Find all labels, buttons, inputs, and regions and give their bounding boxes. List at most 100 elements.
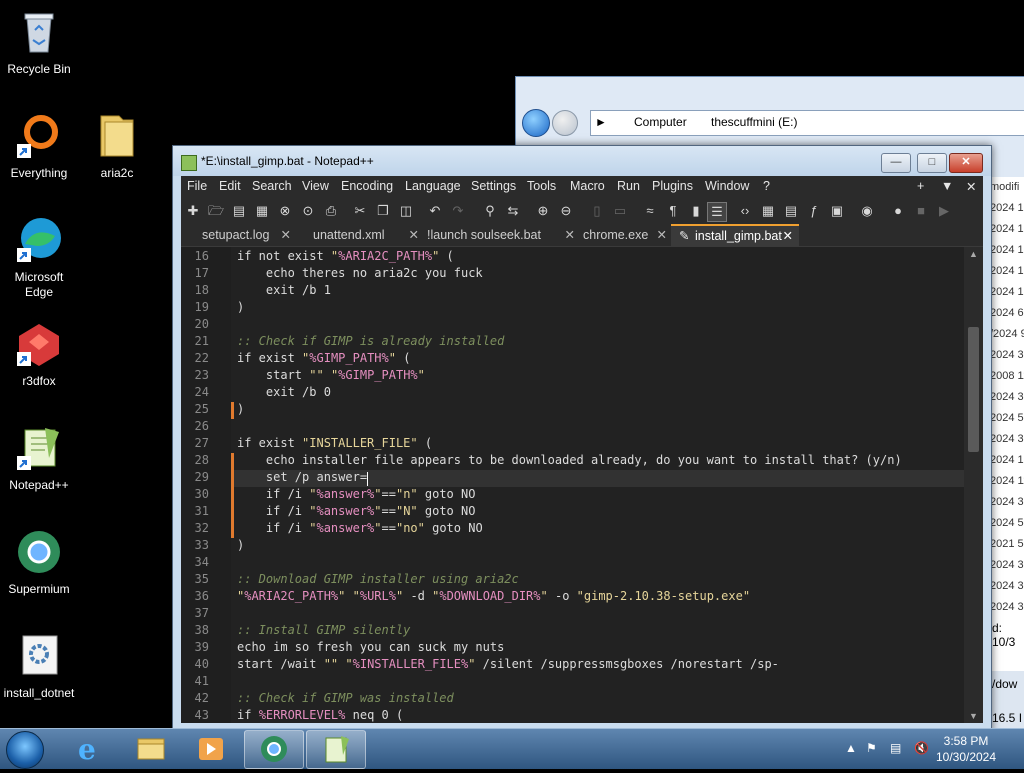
menu-settings[interactable]: Settings <box>471 179 516 193</box>
save-all-icon[interactable]: ▦ <box>253 202 271 220</box>
code-line[interactable]: ) <box>237 300 244 314</box>
code-line[interactable]: echo installer file appears to be downlo… <box>237 453 902 467</box>
scroll-up-arrow-icon[interactable]: ▲ <box>969 249 978 259</box>
word-wrap-icon[interactable]: ≈ <box>641 202 659 220</box>
file-row-date[interactable]: 2024 1: <box>990 450 1024 471</box>
notepadpp-window[interactable]: *E:\install_gimp.bat - Notepad++ — □ ✕ F… <box>172 145 992 732</box>
function-list-icon[interactable]: ƒ <box>805 202 823 220</box>
code-line[interactable]: if not exist "%ARIA2C_PATH%" ( <box>237 249 454 263</box>
find-icon[interactable]: ⚲ <box>481 202 499 220</box>
vertical-scrollbar[interactable]: ▲ ▼ <box>964 247 983 723</box>
print-icon[interactable]: ⎙ <box>322 202 340 220</box>
tab-unattend-xml[interactable]: unattend.xml ✕ <box>299 224 423 246</box>
code-line[interactable]: start /wait "" "%INSTALLER_FILE%" /silen… <box>237 657 779 671</box>
code-line[interactable]: :: Check if GIMP was installed <box>237 691 454 705</box>
title-bar[interactable]: *E:\install_gimp.bat - Notepad++ — □ ✕ <box>173 146 991 176</box>
file-row-date[interactable]: 2024 3: <box>990 429 1024 450</box>
code-line[interactable]: :: Install GIMP silently <box>237 623 410 637</box>
code-line[interactable]: echo im so fresh you can suck my nuts <box>237 640 504 654</box>
sync-horizontal-icon[interactable]: ▭ <box>611 202 629 220</box>
network-icon[interactable]: ▤ <box>890 741 901 755</box>
tab-install-gimp-bat[interactable]: ✎ install_gimp.bat ✕ <box>671 224 799 246</box>
tab-chrome-exe[interactable]: chrome.exe ✕ <box>583 224 671 246</box>
code-line[interactable]: if %ERRORLEVEL% neq 0 ( <box>237 708 403 722</box>
file-row-date[interactable]: 2024 12: <box>990 282 1024 303</box>
file-row-date[interactable]: 2024 3: <box>990 555 1024 576</box>
code-line[interactable]: if /i "%answer%"=="no" goto NO <box>237 521 483 535</box>
modified-column-header[interactable]: modifi <box>990 177 1024 198</box>
paste-icon[interactable]: ◫ <box>397 202 415 220</box>
document-map-icon[interactable]: ☰ <box>707 202 727 222</box>
code-line[interactable]: if exist "%GIMP_PATH%" ( <box>237 351 410 365</box>
file-row-date[interactable]: 2024 5: <box>990 513 1024 534</box>
file-row-date[interactable]: 2024 5: <box>990 408 1024 429</box>
file-row-date[interactable]: 2024 11: <box>990 471 1024 492</box>
file-row-date[interactable]: 2024 3: <box>990 492 1024 513</box>
file-row-date[interactable]: /2024 9: <box>990 324 1024 345</box>
taskbar-notepadpp[interactable] <box>306 730 366 769</box>
menu-encoding[interactable]: Encoding <box>341 179 393 193</box>
desktop-icon-recycle-bin[interactable]: Recycle Bin <box>0 8 78 77</box>
volume-muted-icon[interactable]: 🔇 <box>914 741 929 755</box>
address-bar[interactable]: ► Computer thescuffmini (E:) <box>590 110 1024 136</box>
code-line[interactable]: "%ARIA2C_PATH%" "%URL%" -d "%DOWNLOAD_DI… <box>237 589 750 603</box>
folder-workspace-icon[interactable]: ▣ <box>828 202 846 220</box>
breadcrumb-computer[interactable]: Computer <box>634 115 687 129</box>
map-icon[interactable]: ▦ <box>759 202 777 220</box>
record-macro-icon[interactable]: ● <box>889 202 907 220</box>
code-line[interactable]: ) <box>237 538 244 552</box>
desktop-icon-edge[interactable]: Microsoft Edge <box>0 216 78 300</box>
tab-launch-soulseek-bat[interactable]: !launch soulseek.bat ✕ <box>427 224 579 246</box>
menu-language[interactable]: Language <box>405 179 461 193</box>
open-file-icon[interactable]: 🗁 <box>207 202 225 220</box>
show-hidden-icons-icon[interactable]: ▲ <box>845 741 857 755</box>
taskbar-explorer[interactable] <box>122 730 180 767</box>
menu-edit[interactable]: Edit <box>219 179 241 193</box>
stop-macro-icon[interactable]: ■ <box>912 202 930 220</box>
code-line[interactable]: exit /b 0 <box>237 385 331 399</box>
code-line[interactable]: set /p answer= <box>237 470 367 484</box>
show-all-characters-icon[interactable]: ¶ <box>664 202 682 220</box>
menu-plugins[interactable]: Plugins <box>652 179 693 193</box>
file-list-dates[interactable]: modifi2024 12:2024 12:2024 12:2024 12:20… <box>990 177 1024 737</box>
code-line[interactable]: if exist "INSTALLER_FILE" ( <box>237 436 432 450</box>
menu-macro[interactable]: Macro <box>570 179 605 193</box>
new-tab-plus-icon[interactable]: + <box>917 179 924 193</box>
code-line[interactable]: ) <box>237 402 244 416</box>
file-row-date[interactable]: 2024 12: <box>990 261 1024 282</box>
zoom-out-icon[interactable]: ⊖ <box>557 202 575 220</box>
code-line[interactable]: :: Check if GIMP is already installed <box>237 334 504 348</box>
file-row-date[interactable]: 2024 3: <box>990 576 1024 597</box>
maximize-button[interactable]: □ <box>917 153 947 173</box>
file-row-date[interactable]: 2024 12: <box>990 240 1024 261</box>
tab-close-icon[interactable]: ✕ <box>409 224 419 246</box>
tab-list-dropdown-icon[interactable]: ▼ <box>941 179 953 193</box>
file-row-date[interactable]: 2024 6: <box>990 303 1024 324</box>
file-row-date[interactable]: 2024 3: <box>990 597 1024 618</box>
desktop-icon-install-dotnet[interactable]: install_dotnet <box>0 632 78 701</box>
menu-help[interactable]: ? <box>763 179 770 193</box>
taskbar-media-player[interactable] <box>182 730 240 767</box>
desktop-icon-everything[interactable]: Everything <box>0 112 78 181</box>
tab-close-icon[interactable]: ✕ <box>783 226 793 246</box>
scroll-down-arrow-icon[interactable]: ▼ <box>969 711 978 721</box>
taskbar-ie[interactable]: e <box>60 730 118 767</box>
new-file-icon[interactable]: ✚ <box>184 202 202 220</box>
cut-icon[interactable]: ✂ <box>351 202 369 220</box>
file-row-date[interactable]: 2024 3: <box>990 345 1024 366</box>
tab-close-icon[interactable]: ✕ <box>281 224 291 246</box>
menu-search[interactable]: Search <box>252 179 292 193</box>
undo-icon[interactable]: ↶ <box>426 202 444 220</box>
code-editor[interactable]: 16 17 18 19 20 21 22 23 24 25 26 27 28 29 30 31 32 33 34 35… <box>181 247 964 723</box>
tab-close-icon[interactable]: ✕ <box>565 224 575 246</box>
code-line[interactable]: if /i "%answer%"=="N" goto NO <box>237 504 476 518</box>
scrollbar-thumb[interactable] <box>968 327 979 452</box>
forward-button[interactable] <box>552 110 578 136</box>
code-line[interactable]: :: Download GIMP installer using aria2c <box>237 572 519 586</box>
tab-setupact-log[interactable]: setupact.log ✕ <box>183 224 295 246</box>
breadcrumb-drive[interactable]: thescuffmini (E:) <box>711 115 797 129</box>
menu-tools[interactable]: Tools <box>527 179 556 193</box>
file-row-date[interactable]: 2024 3: <box>990 387 1024 408</box>
code-line[interactable]: if /i "%answer%"=="n" goto NO <box>237 487 476 501</box>
start-button[interactable] <box>6 731 44 769</box>
